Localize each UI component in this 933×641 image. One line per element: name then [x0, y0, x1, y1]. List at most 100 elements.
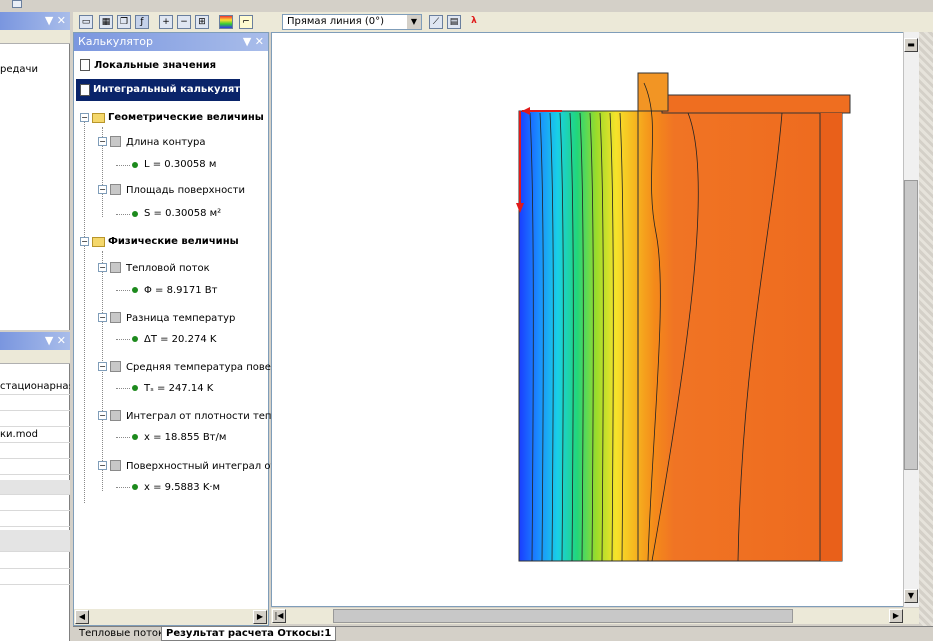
tab-heat-flows[interactable]: Тепловые потоки: [75, 627, 175, 641]
local-values-item[interactable]: Локальные значения: [94, 60, 216, 71]
avg-surface-temp-value[interactable]: Tₛ = 247.14 K: [144, 383, 213, 394]
chevron-down-icon[interactable]: ▼: [407, 15, 421, 29]
window-icon: [12, 0, 22, 8]
tree-line: [116, 487, 130, 488]
value-bullet-icon: [132, 336, 138, 342]
grid-view-icon[interactable]: ▦: [99, 15, 113, 29]
zoom-fit-icon[interactable]: ⊞: [195, 15, 209, 29]
window-icon[interactable]: ▭: [79, 15, 93, 29]
quantity-icon: [110, 136, 121, 147]
surface-area-value[interactable]: S = 0.30058 м²: [144, 208, 221, 219]
copy-icon[interactable]: ❐: [117, 15, 131, 29]
integral-density-value[interactable]: x = 18.855 Вт/м: [144, 432, 226, 443]
right-gutter: [919, 32, 933, 626]
collapse-toggle[interactable]: −: [80, 113, 89, 122]
panel-controls[interactable]: ▼ ✕: [45, 12, 66, 30]
dropdown-value: Прямая линия (0°): [287, 16, 385, 27]
panel-controls[interactable]: ▼ ✕: [243, 33, 264, 51]
collapse-toggle[interactable]: −: [98, 185, 107, 194]
quantity-icon: [110, 361, 121, 372]
value-bullet-icon: [132, 162, 138, 168]
scroll-down-icon[interactable]: ▼: [904, 589, 918, 603]
plot-hscroll-thumb[interactable]: [333, 609, 793, 623]
scroll-left-icon[interactable]: ◀: [75, 610, 89, 624]
tree-line: [84, 243, 85, 503]
temp-diff-value[interactable]: ΔT = 20.274 K: [144, 334, 216, 345]
folder-icon: [92, 113, 105, 123]
calculator-doc-icon: [80, 84, 90, 96]
thermal-field-svg: [516, 72, 851, 562]
property-row[interactable]: [0, 480, 70, 495]
left-bottom-panel: ▼ ✕ стационарная ки.mod: [0, 332, 70, 641]
left-top-panel-title: ▼ ✕: [0, 12, 70, 30]
zoom-out-icon[interactable]: −: [177, 15, 191, 29]
tree-line: [116, 388, 130, 389]
collapse-toggle[interactable]: −: [98, 362, 107, 371]
geometric-quantities-item[interactable]: Геометрические величины: [108, 112, 264, 123]
tree-line: [116, 437, 130, 438]
field-mode-icon[interactable]: ⌐: [239, 15, 253, 29]
calculator-panel: Калькулятор ▼ ✕ Локальные значения Интег…: [73, 32, 296, 626]
chart-icon[interactable]: ⟋: [429, 15, 443, 29]
integral-calculator-label: Интегральный калькулятор: [93, 84, 255, 95]
property-row[interactable]: стационарная: [0, 380, 70, 395]
panel-controls[interactable]: ▼ ✕: [45, 332, 66, 350]
contour-length-value[interactable]: L = 0.30058 м: [144, 159, 216, 170]
surface-area-item[interactable]: Площадь поверхности: [126, 185, 245, 196]
collapse-toggle[interactable]: −: [98, 263, 107, 272]
value-bullet-icon: [132, 385, 138, 391]
property-row[interactable]: [0, 444, 70, 459]
color-legend-icon[interactable]: [219, 15, 233, 29]
heat-flux-value[interactable]: Φ = 8.9171 Вт: [144, 285, 217, 296]
profile-icon[interactable]: λ: [467, 15, 481, 29]
left-top-subheader: [0, 30, 70, 44]
scroll-right-icon[interactable]: ▶: [253, 610, 267, 624]
collapse-toggle[interactable]: −: [98, 137, 107, 146]
tree-line: [116, 339, 130, 340]
left-top-panel: ▼ ✕ редачи: [0, 12, 70, 330]
property-row[interactable]: [0, 460, 70, 475]
quantity-icon: [110, 460, 121, 471]
value-bullet-icon: [132, 434, 138, 440]
zoom-in-icon[interactable]: +: [159, 15, 173, 29]
collapse-toggle[interactable]: −: [98, 313, 107, 322]
contour-length-item[interactable]: Длина контура: [126, 137, 205, 148]
property-row[interactable]: [0, 412, 70, 427]
scroll-left-icon[interactable]: |◀: [272, 609, 286, 623]
heat-flux-item[interactable]: Тепловой поток: [126, 263, 210, 274]
property-row[interactable]: ки.mod: [0, 428, 70, 443]
quantity-icon: [110, 312, 121, 323]
calculator-hscrollbar[interactable]: ◀ ▶: [74, 609, 268, 625]
property-row[interactable]: [0, 554, 70, 569]
property-row[interactable]: [0, 530, 70, 552]
tree-line: [116, 290, 130, 291]
collapse-toggle[interactable]: −: [80, 237, 89, 246]
calculator-icon[interactable]: ƒ: [135, 15, 149, 29]
physical-quantities-item[interactable]: Физические величины: [108, 236, 239, 247]
scroll-up-icon[interactable]: ▬: [904, 38, 918, 52]
temp-diff-item[interactable]: Разница температур: [126, 313, 235, 324]
folder-icon: [92, 237, 105, 247]
collapse-toggle[interactable]: −: [98, 411, 107, 420]
plot-vscroll-thumb[interactable]: [904, 180, 918, 470]
quantity-icon: [110, 262, 121, 273]
table-icon[interactable]: ▤: [447, 15, 461, 29]
property-row[interactable]: [0, 396, 70, 411]
line-type-dropdown[interactable]: Прямая линия (0°) ▼: [282, 14, 422, 30]
left-top-item[interactable]: редачи: [0, 64, 38, 75]
surface-integral-value[interactable]: x = 9.5883 K·м: [144, 482, 220, 493]
property-row[interactable]: [0, 570, 70, 585]
value-bullet-icon: [132, 211, 138, 217]
thermal-plot[interactable]: [271, 32, 919, 607]
scroll-right-icon[interactable]: ▶: [889, 609, 903, 623]
integral-calculator-item[interactable]: Интегральный калькулятор: [76, 79, 254, 101]
tree-line: [102, 251, 103, 491]
quantity-icon: [110, 410, 121, 421]
property-row[interactable]: [0, 496, 70, 511]
tab-calc-result[interactable]: Результат расчета Откосы:1: [161, 627, 337, 641]
calculator-panel-title: Калькулятор ▼ ✕: [74, 33, 268, 51]
tree-line: [116, 214, 130, 215]
collapse-toggle[interactable]: −: [98, 461, 107, 470]
property-row[interactable]: [0, 512, 70, 527]
value-bullet-icon: [132, 287, 138, 293]
